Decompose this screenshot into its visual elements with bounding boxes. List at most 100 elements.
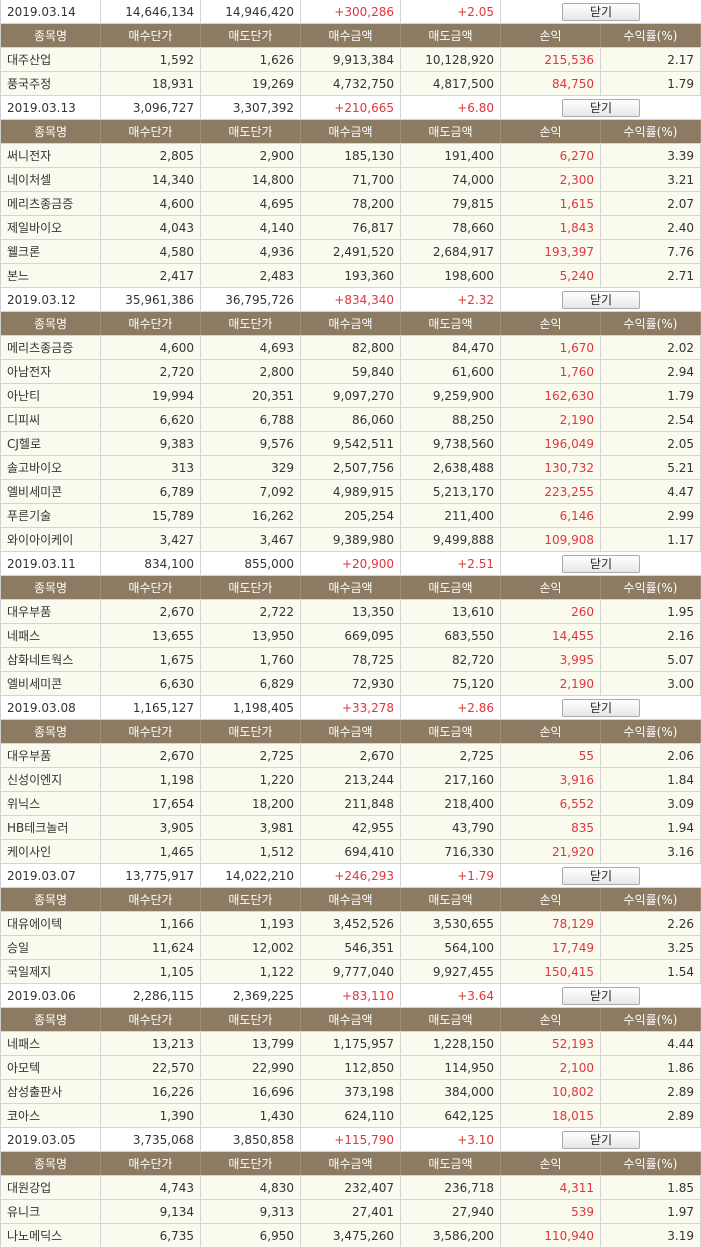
close-button-cell: 닫기 xyxy=(501,288,701,311)
column-header-0: 종목명 xyxy=(1,120,101,143)
column-header-3: 매수금액 xyxy=(301,1008,401,1031)
table-row: 대유에이텍 1,166 1,193 3,452,526 3,530,655 78,129 2… xyxy=(1,912,701,936)
row-value: 232,407 xyxy=(301,1176,401,1199)
stock-name: 엘비세미콘 xyxy=(1,480,101,503)
row-value: 9,389,980 xyxy=(301,528,401,551)
summary-rate: +1.79 xyxy=(401,864,501,887)
column-header-3: 매수금액 xyxy=(301,888,401,911)
summary-profit: +300,286 xyxy=(301,0,401,23)
row-value: 14,340 xyxy=(101,168,201,191)
row-value: 16,696 xyxy=(201,1080,301,1103)
row-value: 1.79 xyxy=(601,384,701,407)
row-value: 9,576 xyxy=(201,432,301,455)
row-value: 1,193 xyxy=(201,912,301,935)
close-button[interactable]: 닫기 xyxy=(562,698,640,717)
table-row: 제일바이오 4,043 4,140 76,817 78,660 1,843 2.40 xyxy=(1,216,701,240)
column-header-row: 종목명 매수단가 매도단가 매수금액 매도금액 손익 수익률(%) xyxy=(1,720,701,744)
row-value: 2,725 xyxy=(201,744,301,767)
row-value: 74,000 xyxy=(401,168,501,191)
row-value: 6,789 xyxy=(101,480,201,503)
summary-buy-total: 834,100 xyxy=(101,552,201,575)
row-value: 13,950 xyxy=(201,624,301,647)
row-value: 373,198 xyxy=(301,1080,401,1103)
row-value: 162,630 xyxy=(501,384,601,407)
row-value: 1,465 xyxy=(101,840,201,863)
stock-name: HB테크놀러 xyxy=(1,816,101,839)
column-header-4: 매도금액 xyxy=(401,120,501,143)
row-value: 9,383 xyxy=(101,432,201,455)
row-value: 13,350 xyxy=(301,600,401,623)
row-value: 5,240 xyxy=(501,264,601,287)
row-value: 18,200 xyxy=(201,792,301,815)
row-value: 3,586,200 xyxy=(401,1224,501,1247)
row-value: 4,580 xyxy=(101,240,201,263)
row-value: 13,799 xyxy=(201,1032,301,1055)
column-header-4: 매도금액 xyxy=(401,1152,501,1175)
column-header-5: 손익 xyxy=(501,24,601,47)
row-value: 2,805 xyxy=(101,144,201,167)
stock-name: 신성이엔지 xyxy=(1,768,101,791)
summary-sell-total: 1,198,405 xyxy=(201,696,301,719)
row-value: 260 xyxy=(501,600,601,623)
row-value: 61,600 xyxy=(401,360,501,383)
row-value: 2,670 xyxy=(301,744,401,767)
row-value: 217,160 xyxy=(401,768,501,791)
table-row: CJ헬로 9,383 9,576 9,542,511 9,738,560 196,049 2… xyxy=(1,432,701,456)
summary-profit: +210,665 xyxy=(301,96,401,119)
row-value: 3,981 xyxy=(201,816,301,839)
row-value: 5.21 xyxy=(601,456,701,479)
row-value: 2,507,756 xyxy=(301,456,401,479)
row-value: 1,122 xyxy=(201,960,301,983)
close-button[interactable]: 닫기 xyxy=(562,986,640,1005)
table-row: 위닉스 17,654 18,200 211,848 218,400 6,552 3.09 xyxy=(1,792,701,816)
table-row: 풍국주정 18,931 19,269 4,732,750 4,817,500 84,750… xyxy=(1,72,701,96)
row-value: 75,120 xyxy=(401,672,501,695)
row-value: 716,330 xyxy=(401,840,501,863)
close-button[interactable]: 닫기 xyxy=(562,554,640,573)
row-value: 1,626 xyxy=(201,48,301,71)
row-value: 218,400 xyxy=(401,792,501,815)
column-header-row: 종목명 매수단가 매도단가 매수금액 매도금액 손익 수익률(%) xyxy=(1,1152,701,1176)
row-value: 4,043 xyxy=(101,216,201,239)
row-value: 5,213,170 xyxy=(401,480,501,503)
stock-name: 승일 xyxy=(1,936,101,959)
close-button[interactable]: 닫기 xyxy=(562,1130,640,1149)
row-value: 329 xyxy=(201,456,301,479)
row-value: 130,732 xyxy=(501,456,601,479)
row-value: 4,140 xyxy=(201,216,301,239)
row-value: 1,175,957 xyxy=(301,1032,401,1055)
row-value: 1.95 xyxy=(601,600,701,623)
summary-buy-total: 13,775,917 xyxy=(101,864,201,887)
close-button[interactable]: 닫기 xyxy=(562,2,640,21)
close-button[interactable]: 닫기 xyxy=(562,98,640,117)
row-value: 3,995 xyxy=(501,648,601,671)
row-value: 55 xyxy=(501,744,601,767)
close-button[interactable]: 닫기 xyxy=(562,290,640,309)
summary-sell-total: 14,022,210 xyxy=(201,864,301,887)
stock-name: 나노메딕스 xyxy=(1,1224,101,1247)
column-header-row: 종목명 매수단가 매도단가 매수금액 매도금액 손익 수익률(%) xyxy=(1,312,701,336)
row-value: 13,213 xyxy=(101,1032,201,1055)
row-value: 19,269 xyxy=(201,72,301,95)
row-value: 236,718 xyxy=(401,1176,501,1199)
stock-name: 써니전자 xyxy=(1,144,101,167)
row-value: 211,400 xyxy=(401,504,501,527)
row-value: 14,455 xyxy=(501,624,601,647)
row-value: 78,200 xyxy=(301,192,401,215)
stock-name: 풍국주정 xyxy=(1,72,101,95)
summary-profit: +20,900 xyxy=(301,552,401,575)
table-row: 나노메딕스 6,735 6,950 3,475,260 3,586,200 110,940… xyxy=(1,1224,701,1248)
row-value: 18,015 xyxy=(501,1104,601,1127)
row-value: 20,351 xyxy=(201,384,301,407)
row-value: 539 xyxy=(501,1200,601,1223)
summary-date: 2019.03.06 xyxy=(1,984,101,1007)
column-header-row: 종목명 매수단가 매도단가 매수금액 매도금액 손익 수익률(%) xyxy=(1,120,701,144)
stock-name: 디피씨 xyxy=(1,408,101,431)
close-button[interactable]: 닫기 xyxy=(562,866,640,885)
table-row: 웰크론 4,580 4,936 2,491,520 2,684,917 193,397 7.… xyxy=(1,240,701,264)
row-value: 2.17 xyxy=(601,48,701,71)
row-value: 9,542,511 xyxy=(301,432,401,455)
stock-name: 솔고바이오 xyxy=(1,456,101,479)
row-value: 2.07 xyxy=(601,192,701,215)
summary-sell-total: 3,850,858 xyxy=(201,1128,301,1151)
